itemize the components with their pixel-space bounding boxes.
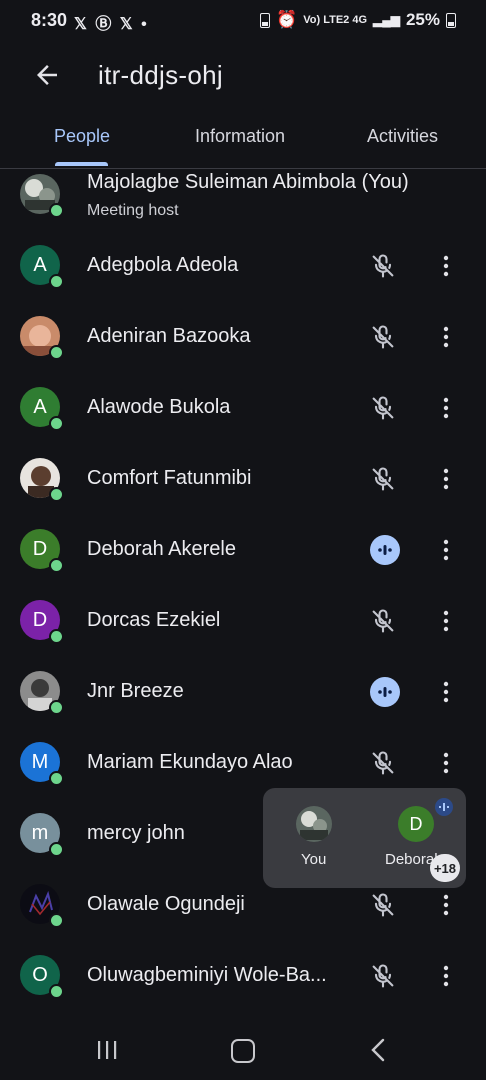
participant-name: Deborah Akerele xyxy=(87,538,236,560)
participant-row[interactable]: Comfort Fatunmibi xyxy=(0,444,486,514)
participant-name: Comfort Fatunmibi xyxy=(87,467,252,489)
avatar-photo xyxy=(296,806,332,842)
online-status-dot xyxy=(49,913,64,928)
participant-row[interactable]: D Dorcas Ezekiel xyxy=(0,586,486,656)
online-status-dot xyxy=(49,274,64,289)
participant-row[interactable]: Jnr Breeze xyxy=(0,657,486,727)
clock: 8:30 xyxy=(31,10,68,30)
tab-information[interactable]: Information xyxy=(195,126,285,147)
mic-off-icon xyxy=(372,254,394,278)
mic-off-icon xyxy=(372,751,394,775)
tab-activities[interactable]: Activities xyxy=(367,126,438,147)
participant-name: Dorcas Ezekiel xyxy=(87,609,221,631)
participant-role: Meeting host xyxy=(87,202,179,219)
more-options-icon[interactable] xyxy=(434,395,458,421)
home-icon[interactable] xyxy=(231,1039,255,1063)
self-label: You xyxy=(301,851,327,868)
more-options-icon[interactable] xyxy=(434,892,458,918)
more-options-icon[interactable] xyxy=(434,963,458,989)
participant-row[interactable]: Adeniran Bazooka xyxy=(0,302,486,372)
app-bar: itr-ddjs-ohj xyxy=(0,46,486,106)
mic-off-icon xyxy=(372,325,394,349)
system-indicators: ⏰ Vo) LTE2 4G ▂▄▆ 25% xyxy=(260,10,456,30)
speaking-indicator-icon xyxy=(370,535,400,565)
battery-saver-icon xyxy=(260,12,271,28)
online-status-dot xyxy=(49,558,64,573)
participant-name: Majolagbe Suleiman Abimbola (You) xyxy=(87,171,409,193)
tab-people[interactable]: People xyxy=(54,126,110,147)
online-status-dot xyxy=(49,345,64,360)
recent-apps-icon[interactable] xyxy=(96,1040,118,1060)
floating-call-tile[interactable]: You D Deborah +18 xyxy=(263,788,466,888)
network-indicator: Vo) LTE2 4G xyxy=(303,14,367,26)
more-options-icon[interactable] xyxy=(434,679,458,705)
meeting-code-title: itr-ddjs-ohj xyxy=(98,60,223,90)
online-status-dot xyxy=(49,842,64,857)
system-nav-bar xyxy=(0,1020,486,1080)
speaker-avatar: D xyxy=(398,806,434,842)
more-options-icon[interactable] xyxy=(434,608,458,634)
online-status-dot xyxy=(49,700,64,715)
online-status-dot xyxy=(49,629,64,644)
participant-row[interactable]: A Adegbola Adeola xyxy=(0,231,486,301)
notification-icons: 𝕏 Ⓑ 𝕏 • xyxy=(74,16,149,33)
speaking-indicator-icon xyxy=(370,677,400,707)
participant-name: Oluwagbeminiyi Wole-Ba... xyxy=(87,964,327,986)
battery-percent: 25% xyxy=(405,10,440,29)
participant-name: Adegbola Adeola xyxy=(87,254,239,276)
signal-icon: ▂▄▆ xyxy=(373,13,400,27)
participant-name: mercy john xyxy=(87,822,185,844)
more-options-icon[interactable] xyxy=(434,466,458,492)
battery-icon xyxy=(446,12,456,28)
participant-name: Mariam Ekundayo Alao xyxy=(87,751,293,773)
participant-name: Olawale Ogundeji xyxy=(87,893,245,915)
participant-name: Alawode Bukola xyxy=(87,396,231,418)
arrow-left-icon[interactable] xyxy=(32,60,62,90)
mic-off-icon xyxy=(372,467,394,491)
mic-off-icon xyxy=(372,396,394,420)
mic-off-icon xyxy=(372,964,394,988)
speaking-indicator-icon xyxy=(435,798,453,816)
participant-row[interactable]: D Deborah Akerele xyxy=(0,515,486,585)
online-status-dot xyxy=(49,487,64,502)
self-avatar xyxy=(296,806,332,842)
more-options-icon[interactable] xyxy=(434,324,458,350)
participant-name: Adeniran Bazooka xyxy=(87,325,251,347)
alarm-icon: ⏰ xyxy=(276,10,298,29)
more-options-icon[interactable] xyxy=(434,750,458,776)
participant-name: Jnr Breeze xyxy=(87,680,184,702)
online-status-dot xyxy=(49,771,64,786)
online-status-dot xyxy=(49,984,64,999)
participant-row[interactable]: O Oluwagbeminiyi Wole-Ba... xyxy=(0,941,486,1011)
participant-row[interactable]: A Alawode Bukola xyxy=(0,373,486,443)
participant-row[interactable]: Majolagbe Suleiman Abimbola (You) Meetin… xyxy=(0,160,486,230)
mic-off-icon xyxy=(372,609,394,633)
more-participants-badge: +18 xyxy=(430,854,460,882)
online-status-dot xyxy=(49,203,64,218)
more-options-icon[interactable] xyxy=(434,537,458,563)
status-bar: 8:30 𝕏 Ⓑ 𝕏 • ⏰ Vo) LTE2 4G ▂▄▆ 25% xyxy=(0,0,486,42)
more-options-icon[interactable] xyxy=(434,253,458,279)
online-status-dot xyxy=(49,416,64,431)
back-icon[interactable] xyxy=(370,1038,386,1062)
mic-off-icon xyxy=(372,893,394,917)
